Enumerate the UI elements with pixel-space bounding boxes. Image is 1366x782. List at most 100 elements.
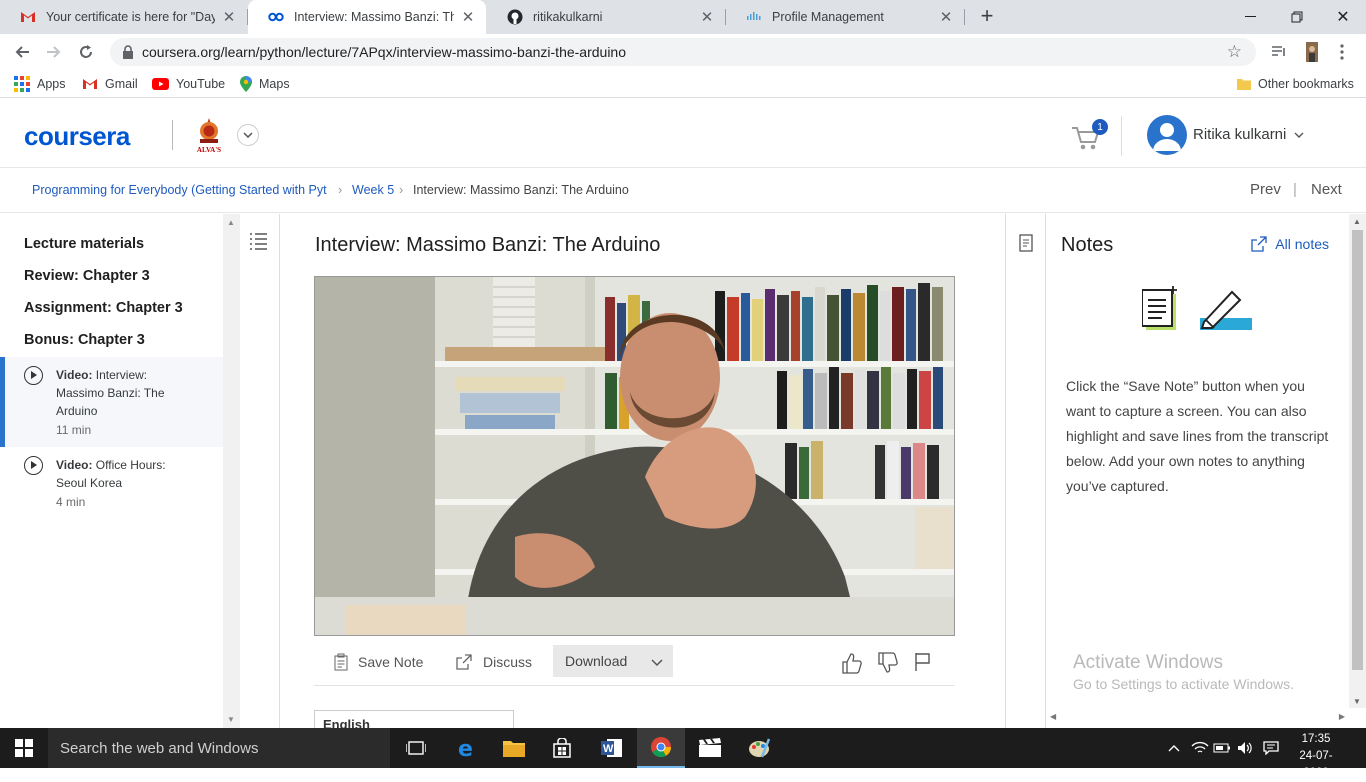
- scroll-down-icon[interactable]: ▼: [227, 715, 235, 724]
- browser-tab-gmail[interactable]: Your certificate is here for "Day 4 ✕: [0, 0, 247, 34]
- file-explorer-icon[interactable]: [490, 728, 538, 768]
- scroll-up-icon[interactable]: ▲: [227, 218, 235, 227]
- volume-icon[interactable]: [1235, 728, 1255, 768]
- all-notes-link[interactable]: All notes: [1251, 236, 1329, 252]
- close-window-icon[interactable]: ✕: [1320, 0, 1366, 34]
- other-bookmarks[interactable]: Other bookmarks: [1237, 75, 1354, 93]
- lesson-title-line3: Arduino: [56, 404, 98, 418]
- other-bookmarks-label: Other bookmarks: [1258, 77, 1354, 91]
- windows-start-icon[interactable]: [0, 728, 48, 768]
- thumbs-up-icon[interactable]: [842, 652, 862, 674]
- sidebar-section-review[interactable]: Review: Chapter 3: [24, 268, 150, 284]
- windows-taskbar: Search the web and Windows e W 17:35 24-…: [0, 728, 1366, 779]
- browser-tab-coursera[interactable]: Interview: Massimo Banzi: The Ar ✕: [248, 0, 486, 34]
- bookmark-apps[interactable]: Apps: [14, 75, 66, 93]
- address-bar[interactable]: coursera.org/learn/python/lecture/7APqx/…: [110, 38, 1256, 66]
- bookmark-maps[interactable]: Maps: [240, 75, 290, 93]
- coursera-logo[interactable]: coursera: [24, 121, 130, 152]
- notifications-icon[interactable]: [1260, 728, 1282, 768]
- word-icon[interactable]: W: [588, 728, 636, 768]
- lesson-duration: 4 min: [56, 495, 86, 509]
- save-note-label: Save Note: [358, 654, 424, 670]
- institution-logo[interactable]: ALVA'S: [192, 116, 226, 156]
- cart-count-badge: 1: [1092, 119, 1108, 135]
- lecture-content: Interview: Massimo Banzi: The Arduino Sa…: [281, 214, 1005, 730]
- prev-button[interactable]: Prev: [1250, 181, 1281, 198]
- next-button[interactable]: Next: [1311, 181, 1342, 198]
- sidebar-section-lecture-materials[interactable]: Lecture materials: [24, 236, 144, 252]
- chevron-down-icon[interactable]: [237, 124, 259, 146]
- transcript-language-select[interactable]: English: [314, 710, 514, 730]
- avatar[interactable]: [1147, 115, 1187, 155]
- battery-icon[interactable]: [1211, 728, 1233, 768]
- notes-help-text: Click the “Save Note” button when you wa…: [1066, 378, 1329, 494]
- sidebar-scrollbar[interactable]: ▲ ▼: [223, 214, 240, 728]
- video-player[interactable]: [314, 276, 955, 636]
- prev-next-divider: |: [1293, 181, 1297, 198]
- lecture-title: Interview: Massimo Banzi: The Arduino: [315, 234, 661, 256]
- bookmark-gmail[interactable]: Gmail: [82, 75, 138, 93]
- store-icon[interactable]: [538, 728, 586, 768]
- scrollbar-thumb[interactable]: [1352, 230, 1363, 670]
- forward-icon[interactable]: [42, 40, 66, 64]
- paint-icon[interactable]: [735, 728, 783, 768]
- lock-icon: [123, 45, 133, 59]
- search-placeholder: Search the web and Windows: [60, 739, 259, 757]
- notes-horizontal-scrollbar[interactable]: ◀ ▶: [1046, 712, 1349, 726]
- discuss-button[interactable]: Discuss: [455, 648, 532, 676]
- minimize-icon[interactable]: [1228, 0, 1274, 34]
- bookmark-label: Maps: [259, 77, 290, 91]
- close-tab-icon[interactable]: ✕: [460, 8, 476, 26]
- tab-separator: [964, 9, 965, 25]
- restore-icon[interactable]: [1274, 0, 1320, 34]
- tray-chevron-up-icon[interactable]: [1164, 728, 1184, 768]
- reading-list-icon[interactable]: [1268, 41, 1290, 63]
- close-tab-icon[interactable]: ✕: [938, 8, 954, 26]
- outline-rail: [240, 214, 280, 728]
- bookmark-youtube[interactable]: YouTube: [152, 75, 225, 93]
- watermark-line2: Go to Settings to activate Windows.: [1073, 676, 1294, 692]
- wifi-icon[interactable]: [1189, 728, 1211, 768]
- scroll-up-icon[interactable]: ▲: [1353, 217, 1361, 226]
- scroll-right-icon[interactable]: ▶: [1339, 712, 1345, 721]
- sidebar-section-assignment[interactable]: Assignment: Chapter 3: [24, 300, 183, 316]
- taskbar-search-input[interactable]: Search the web and Windows: [48, 728, 390, 768]
- page-scrollbar[interactable]: ▲ ▼: [1349, 214, 1366, 708]
- profile-avatar-icon[interactable]: [1302, 41, 1322, 63]
- new-tab-button[interactable]: +: [975, 5, 999, 29]
- close-tab-icon[interactable]: ✕: [221, 8, 237, 26]
- flag-icon[interactable]: [914, 652, 934, 674]
- close-tab-icon[interactable]: ✕: [699, 8, 715, 26]
- notes-panel-icon[interactable]: [1019, 234, 1033, 257]
- bookmark-star-icon[interactable]: ☆: [1227, 42, 1242, 62]
- breadcrumb-course[interactable]: Programming for Everybody (Getting Start…: [32, 183, 332, 197]
- svg-text:W: W: [603, 743, 614, 755]
- video-editor-icon[interactable]: [686, 728, 734, 768]
- lesson-item-interview[interactable]: Video: Interview: Massimo Banzi: The Ard…: [0, 357, 223, 447]
- scroll-down-icon[interactable]: ▼: [1353, 697, 1361, 706]
- lesson-item-office-hours[interactable]: Video: Office Hours: Seoul Korea 4 min: [0, 447, 223, 517]
- list-outline-icon[interactable]: [249, 232, 269, 250]
- notes-panel: Notes All notes Click the “Save Note” bu…: [1046, 214, 1349, 728]
- breadcrumb-current: Interview: Massimo Banzi: The Arduino: [413, 183, 629, 197]
- task-view-icon[interactable]: [392, 728, 440, 768]
- save-note-button[interactable]: Save Note: [334, 648, 423, 676]
- scroll-left-icon[interactable]: ◀: [1050, 712, 1056, 721]
- reload-icon[interactable]: [74, 40, 98, 64]
- taskbar-clock[interactable]: 17:35 24-07-2020: [1288, 731, 1344, 782]
- browser-tab-profile-management[interactable]: Profile Management ✕: [726, 0, 964, 34]
- browser-tab-github[interactable]: ritikakulkarni ✕: [487, 0, 725, 34]
- chrome-menu-icon[interactable]: [1334, 41, 1350, 63]
- user-menu[interactable]: Ritika kulkarni: [1193, 126, 1304, 143]
- thumbs-down-icon[interactable]: [878, 652, 898, 674]
- breadcrumb-week[interactable]: Week 5: [352, 183, 394, 197]
- back-icon[interactable]: [10, 40, 34, 64]
- edge-icon[interactable]: e: [442, 728, 490, 768]
- bookmark-label: Gmail: [105, 77, 138, 91]
- lesson-title: Video: Interview: Massimo Banzi: The Ard…: [56, 366, 206, 420]
- sidebar-section-bonus[interactable]: Bonus: Chapter 3: [24, 332, 145, 348]
- external-link-icon: [455, 653, 473, 671]
- chrome-icon[interactable]: [637, 728, 685, 768]
- notes-rail: [1005, 214, 1046, 728]
- download-dropdown[interactable]: Download: [553, 645, 673, 677]
